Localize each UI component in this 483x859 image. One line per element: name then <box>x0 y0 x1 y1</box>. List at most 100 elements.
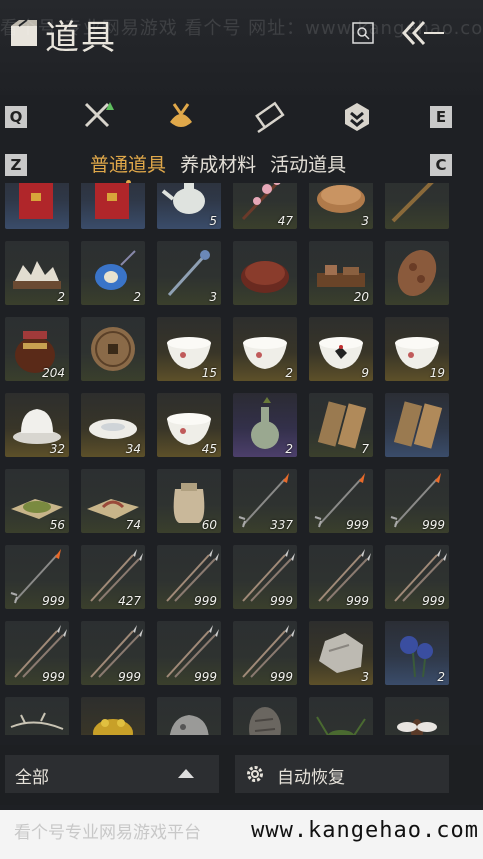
item-slot[interactable] <box>233 697 297 735</box>
item-slot[interactable]: 60 <box>157 469 221 533</box>
item-quantity: 999 <box>194 670 217 684</box>
item-slot[interactable] <box>157 697 221 735</box>
item-slot[interactable]: 7 <box>309 393 373 457</box>
item-quantity: 19 <box>429 366 445 380</box>
footer-faded-text: 看个号专业网易游戏平台 <box>14 823 201 843</box>
stone-beast-icon <box>169 715 209 735</box>
item-slot[interactable]: 2 <box>385 621 449 685</box>
item-slot[interactable]: 999 <box>385 469 449 533</box>
item-quantity: 427 <box>118 594 141 608</box>
item-quantity: 5 <box>209 214 217 228</box>
item-slot[interactable]: 74 <box>81 469 145 533</box>
wooden-tablet-icon <box>393 401 443 449</box>
auto-restore-label: 自动恢复 <box>277 768 345 788</box>
item-slot[interactable] <box>385 393 449 457</box>
item-slot[interactable]: 999 <box>5 621 69 685</box>
item-quantity: 999 <box>270 670 293 684</box>
item-slot[interactable] <box>233 241 297 305</box>
item-quantity: 2 <box>285 442 293 456</box>
item-slot[interactable]: 2 <box>81 241 145 305</box>
item-quantity: 60 <box>201 518 217 532</box>
item-slot[interactable]: 32 <box>5 393 69 457</box>
footer-watermark: 看个号专业网易游戏平台 www.kangehao.com <box>0 810 483 859</box>
dark-stone-icon <box>249 707 281 735</box>
item-quantity: 32 <box>49 442 65 456</box>
item-quantity: 3 <box>361 214 369 228</box>
item-slot[interactable]: 999 <box>5 545 69 609</box>
item-slot[interactable]: 999 <box>309 469 373 533</box>
item-slot[interactable]: 999 <box>233 621 297 685</box>
cricket-icon <box>316 716 366 735</box>
item-slot[interactable]: 999 <box>385 545 449 609</box>
item-slot[interactable] <box>385 183 449 229</box>
item-slot[interactable]: 3 <box>309 621 373 685</box>
item-slot[interactable]: 204 <box>5 317 69 381</box>
item-slot[interactable]: 9 <box>309 317 373 381</box>
item-quantity: 999 <box>346 594 369 608</box>
item-slot[interactable]: 2 <box>5 241 69 305</box>
item-slot[interactable]: 20 <box>309 241 373 305</box>
item-quantity: 999 <box>118 670 141 684</box>
tab-cultivation-materials[interactable]: 养成材料 <box>180 150 256 177</box>
header: 道具 看个号 专业网易游戏 看个号 网址：www.kangehao.com <box>0 0 483 95</box>
item-quantity: 2 <box>437 670 445 684</box>
item-slot[interactable]: 2 <box>233 393 297 457</box>
item-quantity: 3 <box>361 670 369 684</box>
item-quantity: 20 <box>353 290 369 304</box>
item-slot[interactable]: 56 <box>5 469 69 533</box>
toad-icon <box>93 719 133 735</box>
item-slot[interactable]: 2 <box>233 317 297 381</box>
item-slot[interactable]: 34 <box>81 393 145 457</box>
item-slot[interactable]: 999 <box>81 621 145 685</box>
stick-icon <box>391 183 434 223</box>
item-quantity: 999 <box>194 594 217 608</box>
item-slot[interactable]: 337 <box>233 469 297 533</box>
filter-dropdown[interactable]: 全部 <box>5 755 219 793</box>
item-quantity: 337 <box>270 518 293 532</box>
back-icon[interactable] <box>400 18 446 48</box>
next-category-key[interactable]: E <box>430 106 452 128</box>
auto-restore-button[interactable]: 自动恢复 <box>235 755 449 793</box>
round-box-icon <box>241 261 289 293</box>
tab-general-items[interactable]: 普通道具 <box>90 150 166 185</box>
item-slot[interactable]: 47 <box>233 183 297 229</box>
gear-icon <box>247 766 263 782</box>
item-slot[interactable] <box>81 317 145 381</box>
item-slot[interactable]: 999 <box>157 621 221 685</box>
item-slot[interactable]: 427 <box>81 545 145 609</box>
item-quantity: 204 <box>42 366 65 380</box>
item-slot[interactable]: 999 <box>157 545 221 609</box>
item-quantity: 7 <box>361 442 369 456</box>
item-slot[interactable] <box>5 183 69 229</box>
tab-event-items[interactable]: 活动道具 <box>270 150 346 177</box>
item-slot[interactable]: 5 <box>157 183 221 229</box>
item-quantity: 45 <box>201 442 217 456</box>
prev-category-key[interactable]: Q <box>5 106 27 128</box>
item-slot[interactable]: 19 <box>385 317 449 381</box>
bag-category-icon[interactable] <box>164 100 198 134</box>
prev-tab-key[interactable]: Z <box>5 154 27 176</box>
item-quantity: 15 <box>201 366 217 380</box>
item-quantity: 2 <box>133 290 141 304</box>
item-slot[interactable] <box>385 697 449 735</box>
item-slot[interactable]: 45 <box>157 393 221 457</box>
item-slot[interactable]: 999 <box>309 545 373 609</box>
item-slot[interactable] <box>81 697 145 735</box>
weapon-category-icon[interactable] <box>82 100 116 134</box>
item-slot[interactable]: 3 <box>309 183 373 229</box>
item-quantity: 999 <box>422 594 445 608</box>
item-grid-viewport[interactable]: 5 47 3 2 2 3 20 204 15 2 9 19 32 34 45 2 7 56 74 60 337 999 99… <box>0 183 483 735</box>
item-slot[interactable]: 999 <box>233 545 297 609</box>
medal-category-icon[interactable] <box>340 100 374 134</box>
scroll-category-icon[interactable] <box>254 100 288 134</box>
item-slot[interactable]: 3 <box>157 241 221 305</box>
item-quantity: 999 <box>42 670 65 684</box>
item-slot[interactable] <box>385 241 449 305</box>
search-icon[interactable] <box>352 22 374 44</box>
item-slot[interactable]: 15 <box>157 317 221 381</box>
item-slot[interactable] <box>5 697 69 735</box>
item-quantity: 34 <box>125 442 141 456</box>
next-tab-key[interactable]: C <box>430 154 452 176</box>
item-slot[interactable] <box>309 697 373 735</box>
item-slot[interactable] <box>81 183 145 229</box>
